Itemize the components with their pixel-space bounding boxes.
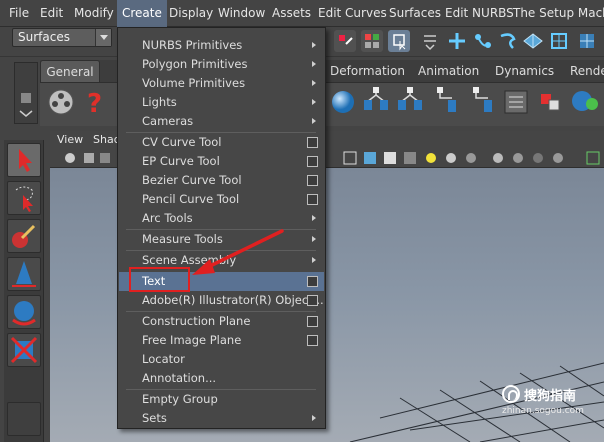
scale-tool[interactable] <box>7 333 41 367</box>
tab-deformation[interactable]: Deformation <box>330 60 405 82</box>
last-tool-slot[interactable] <box>7 402 41 436</box>
menu-assets[interactable]: Assets <box>272 0 311 27</box>
option-box-icon[interactable] <box>307 276 318 287</box>
lasso-tool[interactable] <box>7 181 41 215</box>
snap-to-grid-icon[interactable] <box>446 30 468 52</box>
watermark-url: zhinan.sogou.com <box>502 406 584 416</box>
submenu-arrow-icon <box>312 42 316 48</box>
submenu-arrow-icon <box>312 215 316 221</box>
menu-edit-curves[interactable]: Edit Curves <box>318 0 387 27</box>
option-box-icon[interactable] <box>307 194 318 205</box>
submenu-arrow-icon <box>312 118 316 124</box>
render-sphere-icon[interactable] <box>570 86 600 116</box>
menu-item-cv-curve-tool[interactable]: CV Curve Tool <box>119 133 324 152</box>
sphere-icon[interactable] <box>329 88 357 116</box>
menu-file[interactable]: File <box>9 0 29 27</box>
menu-item-construction-plane[interactable]: Construction Plane <box>119 312 324 331</box>
snap-to-view-plane-icon[interactable] <box>522 30 544 52</box>
menu-setup-machine[interactable]: The Setup Machine <box>513 0 604 27</box>
cluster-icon[interactable] <box>468 86 496 116</box>
menu-window[interactable]: Window <box>218 0 265 27</box>
menu-item-annotation[interactable]: Annotation... <box>119 369 324 388</box>
sogou-watermark: 搜狗指南 zhinan.sogou.com <box>500 384 600 420</box>
option-box-icon[interactable] <box>307 175 318 186</box>
menu-create[interactable]: Create <box>117 0 167 27</box>
move-tool[interactable] <box>7 257 41 291</box>
menu-item-nurbs-primitives[interactable]: NURBS Primitives <box>119 36 324 55</box>
menu-item-lights[interactable]: Lights <box>119 93 324 112</box>
tab-dynamics[interactable]: Dynamics <box>495 60 554 82</box>
menu-item-adobe-illustrator-object[interactable]: Adobe(R) Illustrator(R) Object... <box>119 291 324 310</box>
joint-tool-icon[interactable] <box>362 86 390 116</box>
menu-display[interactable]: Display <box>169 0 213 27</box>
tab-render[interactable]: Render <box>570 60 604 82</box>
submenu-arrow-icon <box>312 61 316 67</box>
menu-item-volume-primitives[interactable]: Volume Primitives <box>119 74 324 93</box>
history-icon[interactable] <box>576 30 598 52</box>
deformer-icon[interactable] <box>537 86 565 116</box>
menu-item-empty-group[interactable]: Empty Group <box>119 390 324 409</box>
film-reel-icon[interactable] <box>46 87 76 117</box>
option-box-icon[interactable] <box>307 295 318 306</box>
submenu-arrow-icon <box>312 236 316 242</box>
panel-menu-view[interactable]: View <box>57 131 83 148</box>
snap-to-point-icon[interactable] <box>497 30 519 52</box>
help-question-icon[interactable]: ? <box>84 87 106 119</box>
menu-item-locator[interactable]: Locator <box>119 350 324 369</box>
chevron-down-icon[interactable] <box>95 29 111 46</box>
menu-modify[interactable]: Modify <box>74 0 114 27</box>
submenu-arrow-icon <box>312 99 316 105</box>
live-surface-icon[interactable] <box>548 30 570 52</box>
option-box-icon[interactable] <box>307 335 318 346</box>
sogou-logo-icon <box>502 385 520 403</box>
tab-animation[interactable]: Animation <box>418 60 479 82</box>
svg-text:?: ? <box>87 89 102 117</box>
option-box-icon[interactable] <box>307 156 318 167</box>
paint-select-tool[interactable] <box>7 219 41 253</box>
grid-snap-icon[interactable] <box>361 30 383 52</box>
watermark-name: 搜狗指南 <box>524 389 577 404</box>
bind-skin-icon[interactable] <box>432 86 460 116</box>
snap-to-curve-icon[interactable] <box>472 30 494 52</box>
main-menubar: File Edit Modify Create Display Window A… <box>0 0 604 27</box>
shelf-options[interactable] <box>14 62 38 124</box>
menu-item-bezier-curve-tool[interactable]: Bezier Curve Tool <box>119 171 324 190</box>
option-box-icon[interactable] <box>307 137 318 148</box>
snap-icon[interactable] <box>334 30 356 52</box>
menu-set-value: Surfaces <box>18 30 70 44</box>
annotation-arrow-icon <box>192 229 284 275</box>
submenu-arrow-icon <box>312 257 316 263</box>
option-box-icon[interactable] <box>307 316 318 327</box>
tab-general[interactable]: General <box>40 60 100 82</box>
outliner-icon[interactable] <box>502 88 530 116</box>
menu-edit[interactable]: Edit <box>40 0 63 27</box>
menu-item-pencil-curve-tool[interactable]: Pencil Curve Tool <box>119 190 324 209</box>
submenu-arrow-icon <box>312 80 316 86</box>
menu-surfaces[interactable]: Surfaces <box>389 0 441 27</box>
ik-handle-icon[interactable] <box>396 86 424 116</box>
menu-item-polygon-primitives[interactable]: Polygon Primitives <box>119 55 324 74</box>
menu-item-ep-curve-tool[interactable]: EP Curve Tool <box>119 152 324 171</box>
menu-set-dropdown[interactable]: Surfaces <box>12 28 112 47</box>
submenu-arrow-icon <box>312 415 316 421</box>
menu-item-cameras[interactable]: Cameras <box>119 112 324 131</box>
menu-edit-nurbs[interactable]: Edit NURBS <box>445 0 514 27</box>
rotate-tool[interactable] <box>7 295 41 329</box>
separator-icon <box>419 30 441 52</box>
select-hierarchy-icon[interactable] <box>388 30 410 52</box>
toolbox <box>4 140 44 442</box>
menu-item-free-image-plane[interactable]: Free Image Plane <box>119 331 324 350</box>
menu-item-sets[interactable]: Sets <box>119 409 324 428</box>
select-tool[interactable] <box>7 143 41 177</box>
